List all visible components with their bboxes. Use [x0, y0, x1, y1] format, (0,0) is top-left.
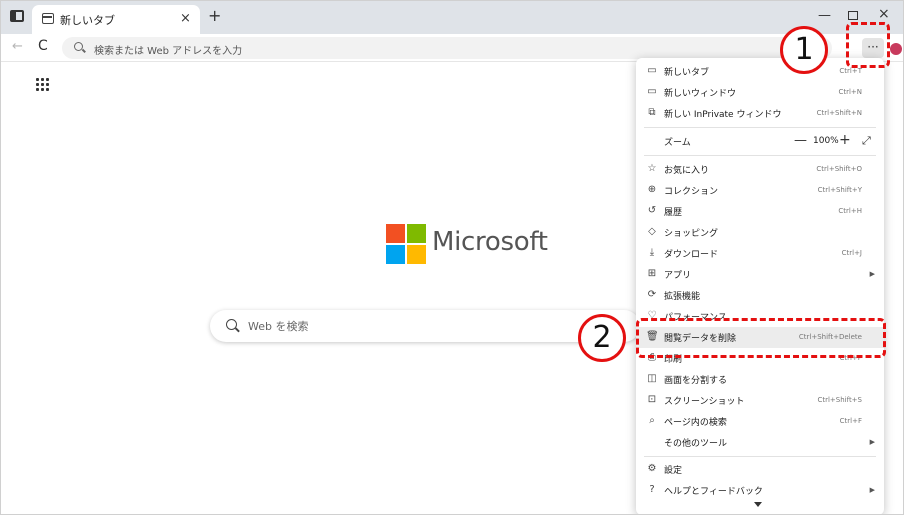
window-close-button[interactable]: × [878, 6, 890, 22]
reload-button[interactable]: C [38, 38, 48, 54]
tab-new-tab[interactable]: 新しいタブ × [32, 5, 200, 34]
menu-item-find-on-page[interactable]: ⌕ ページ内の検索 Ctrl+F [636, 411, 884, 432]
sidebar-toggle-icon[interactable] [10, 10, 24, 22]
find-icon: ⌕ [649, 415, 655, 426]
star-icon: ☆ [647, 163, 657, 174]
zoom-in-button[interactable]: + [839, 132, 851, 148]
zoom-label: ズーム [664, 138, 691, 148]
menu-item-shortcut: Ctrl+T [839, 67, 862, 75]
inprivate-icon: ⧉ [648, 107, 656, 118]
menu-item-label: ショッピング [664, 229, 719, 239]
menu-item-shortcut: Ctrl+Shift+Y [817, 186, 862, 194]
new-tab-button[interactable]: + [208, 6, 221, 25]
back-button[interactable]: ← [12, 39, 23, 54]
zoom-out-button[interactable]: — [794, 133, 807, 148]
chevron-right-icon: ▶ [869, 486, 875, 494]
menu-item-help-feedback[interactable]: ? ヘルプとフィードバック ▶ [636, 480, 884, 501]
menu-item-new-window[interactable]: ▭ 新しいウィンドウ Ctrl+N [636, 82, 884, 103]
menu-item-collections[interactable]: ⊕ コレクション Ctrl+Shift+Y [636, 180, 884, 201]
highlight-delete-browsing-data [636, 318, 886, 358]
maximize-button[interactable] [848, 11, 858, 20]
menu-item-shortcut: Ctrl+Shift+S [817, 396, 862, 404]
history-icon: ↺ [647, 205, 657, 216]
menu-item-label: 履歴 [664, 208, 683, 218]
menu-item-label: ダウンロード [664, 250, 719, 260]
minimize-button[interactable]: — [818, 8, 831, 23]
menu-item-label: アプリ [664, 271, 692, 281]
menu-divider [644, 456, 876, 457]
menu-item-split-screen[interactable]: ◫ 画面を分割する [636, 369, 884, 390]
menu-item-apps[interactable]: ⊞ アプリ ▶ [636, 264, 884, 285]
highlight-more-button [846, 22, 890, 68]
menu-item-zoom: ズーム — 100% + ⤢ [636, 131, 884, 152]
screenshot-icon: ⊡ [647, 394, 657, 405]
menu-item-label: 新しいタブ [664, 68, 710, 78]
menu-item-label: 画面を分割する [664, 376, 728, 386]
web-search-box[interactable]: Web を検索 [210, 310, 640, 342]
address-placeholder: 検索または Web アドレスを入力 [94, 46, 243, 57]
menu-divider [644, 127, 876, 128]
address-bar[interactable]: 検索または Web アドレスを入力 [62, 37, 832, 59]
new-tab-page-icon [42, 13, 54, 24]
menu-item-history[interactable]: ↺ 履歴 Ctrl+H [636, 201, 884, 222]
collections-icon: ⊕ [647, 184, 657, 195]
new-window-icon: ▭ [647, 86, 657, 97]
settings-and-more-menu: ▭ 新しいタブ Ctrl+T ▭ 新しいウィンドウ Ctrl+N ⧉ 新しい I… [636, 58, 884, 515]
apps-grid-icon[interactable] [36, 78, 50, 92]
menu-item-label: ヘルプとフィードバック [664, 487, 763, 497]
apps-icon: ⊞ [647, 268, 657, 279]
chevron-right-icon: ▶ [869, 270, 875, 278]
menu-item-shortcut: Ctrl+F [839, 417, 862, 425]
tab-close-button[interactable]: × [180, 11, 191, 26]
menu-item-label: 新しい InPrivate ウィンドウ [664, 110, 782, 120]
tab-strip: 新しいタブ × + — × [0, 0, 904, 34]
help-icon: ? [649, 484, 655, 495]
menu-item-label: 設定 [664, 466, 683, 476]
step-1-callout: 1 [780, 26, 828, 74]
zoom-level: 100% [813, 136, 839, 146]
new-tab-icon: ▭ [647, 65, 657, 76]
menu-item-label: 新しいウィンドウ [664, 89, 737, 99]
menu-item-screenshot[interactable]: ⊡ スクリーンショット Ctrl+Shift+S [636, 390, 884, 411]
menu-divider [644, 155, 876, 156]
scroll-down-arrow-icon[interactable] [754, 502, 762, 507]
menu-item-more-tools[interactable]: その他のツール ▶ [636, 432, 884, 453]
chevron-right-icon: ▶ [869, 438, 875, 446]
fullscreen-icon[interactable]: ⤢ [862, 134, 871, 148]
menu-item-shortcut: Ctrl+Shift+O [816, 165, 862, 173]
download-icon: ⤓ [649, 247, 655, 258]
step-2-callout: 2 [578, 314, 626, 362]
menu-item-label: その他のツール [664, 439, 728, 449]
menu-item-favorites[interactable]: ☆ お気に入り Ctrl+Shift+O [636, 159, 884, 180]
menu-item-shopping[interactable]: ◇ ショッピング [636, 222, 884, 243]
menu-item-shortcut: Ctrl+Shift+N [816, 109, 862, 117]
menu-item-label: ページ内の検索 [664, 418, 727, 428]
menu-item-downloads[interactable]: ⤓ ダウンロード Ctrl+J [636, 243, 884, 264]
menu-item-shortcut: Ctrl+J [841, 249, 862, 257]
gear-icon: ⚙ [647, 463, 657, 474]
search-icon [226, 319, 237, 330]
menu-item-label: コレクション [664, 187, 719, 197]
split-screen-icon: ◫ [647, 373, 657, 384]
microsoft-brand-name: Microsoft [432, 227, 548, 257]
copilot-icon[interactable] [890, 43, 902, 55]
menu-item-new-inprivate-window[interactable]: ⧉ 新しい InPrivate ウィンドウ Ctrl+Shift+N [636, 103, 884, 124]
menu-item-label: スクリーンショット [664, 397, 745, 407]
menu-item-shortcut: Ctrl+H [838, 207, 862, 215]
search-icon [74, 42, 83, 51]
menu-item-label: お気に入り [664, 166, 710, 176]
menu-item-settings[interactable]: ⚙ 設定 [636, 459, 884, 480]
microsoft-logo-icon [386, 224, 426, 264]
web-search-placeholder: Web を検索 [248, 320, 309, 333]
menu-item-shortcut: Ctrl+N [838, 88, 862, 96]
tab-title: 新しいタブ [60, 14, 115, 27]
tag-icon: ◇ [648, 226, 656, 237]
puzzle-icon: ⟳ [647, 289, 657, 300]
menu-item-extensions[interactable]: ⟳ 拡張機能 [636, 285, 884, 306]
menu-item-label: 拡張機能 [664, 292, 701, 302]
